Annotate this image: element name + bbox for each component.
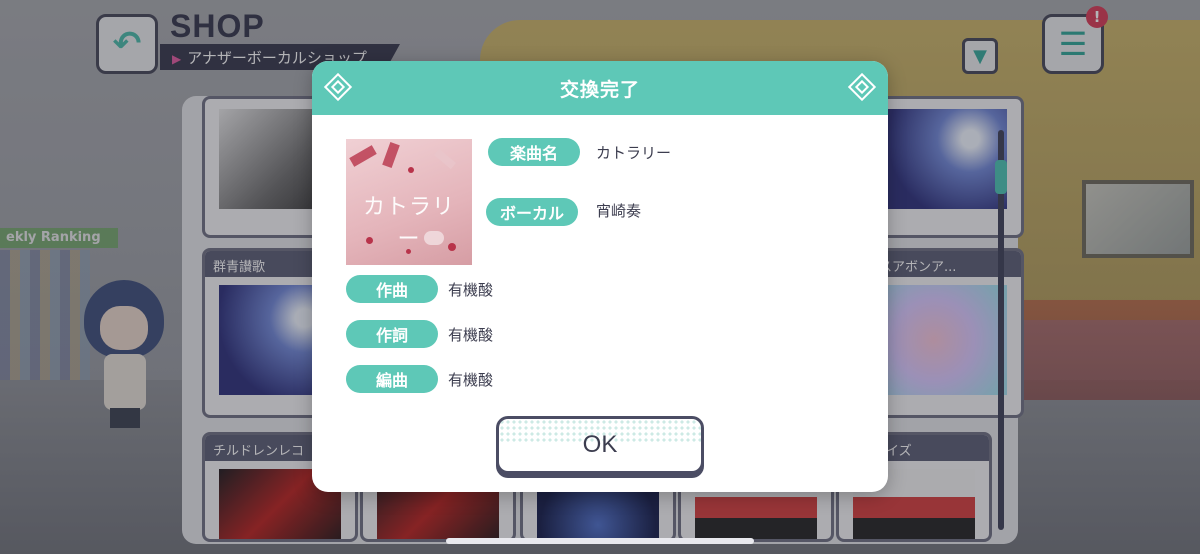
jacket-decoration <box>349 145 377 167</box>
jacket-decoration <box>434 148 456 170</box>
song-name-value: カトラリー <box>596 144 672 162</box>
lyricist-value: 有機酸 <box>448 326 494 344</box>
arranger-value: 有機酸 <box>448 371 494 389</box>
ok-button-label: OK <box>582 431 618 458</box>
diamond-ornament-icon <box>323 72 353 102</box>
dialog-title: 交換完了 <box>559 78 640 101</box>
dialog-header: 交換完了 <box>312 61 888 115</box>
home-indicator[interactable] <box>446 538 754 544</box>
ok-button[interactable]: OK <box>496 416 704 474</box>
lyricist-label: 作詞 <box>346 320 438 348</box>
exchange-complete-dialog: 交換完了 カトラリー 楽曲名 カトラリー ボーカル 宵崎奏 作曲 有機酸 作詞 … <box>312 61 888 492</box>
jacket-title-text: カトラリー <box>362 195 455 252</box>
song-jacket-image: カトラリー <box>346 139 472 265</box>
composer-value: 有機酸 <box>448 281 494 299</box>
vocal-label: ボーカル <box>486 198 578 226</box>
arranger-label: 編曲 <box>346 365 438 393</box>
jacket-decoration <box>408 167 414 173</box>
jacket-decoration <box>382 142 400 168</box>
composer-label: 作曲 <box>346 275 438 303</box>
diamond-ornament-icon <box>847 72 877 102</box>
vocal-value: 宵崎奏 <box>596 202 642 220</box>
song-name-label: 楽曲名 <box>488 138 580 166</box>
